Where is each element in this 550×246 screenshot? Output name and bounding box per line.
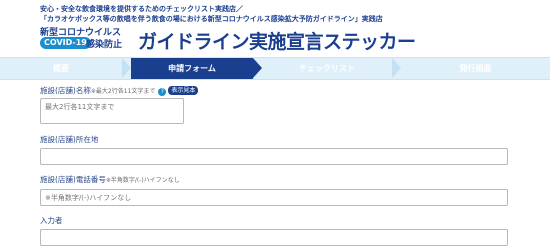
facility-address-input[interactable]: [40, 148, 508, 165]
covid-badge: COVID-19: [40, 37, 91, 49]
header-line-2: 「カラオケボックス等の飲唱を伴う飲食の場における新型コロナウイルス感染拡大予防ガ…: [40, 15, 383, 23]
step-application-form: 申請フォーム: [131, 58, 253, 79]
facility-phone-note: ※半角数字/(-)ハイフンなし: [105, 177, 180, 184]
page-title: ガイドライン実施宣言ステッカー: [138, 31, 416, 53]
step-arrow-3: [392, 58, 401, 78]
step-issue-screen: 発行画面: [459, 64, 492, 73]
step-checklist: チェックリスト: [299, 64, 355, 73]
facility-phone-input[interactable]: [40, 189, 508, 206]
facility-phone-label: 施設(店舗)電話番号: [40, 175, 106, 184]
facility-name-label-row: 施設(店舗)名称※最大2行各11文字まで? 表示見本: [40, 86, 510, 97]
entrant-label: 入力者: [40, 216, 63, 225]
step-arrow-1: [122, 58, 131, 78]
application-form: 施設(店舗)名称※最大2行各11文字まで?表示見本 施設(店舗)所在地 施設(店…: [40, 86, 510, 246]
facility-phone-label-row: 施設(店舗)電話番号※半角数字/(-)ハイフンなし: [40, 175, 510, 186]
facility-name-input[interactable]: [40, 98, 184, 124]
facility-name-note: ※最大2行各11文字まで: [90, 88, 156, 95]
step-overview: 概要: [53, 64, 69, 73]
title-row: 新型コロナウイルス COVID-19 感染防止 ガイドライン実施宣言ステッカー: [40, 25, 510, 55]
step-progress-bar: 概要 申請フォーム チェックリスト 発行画面: [0, 57, 550, 80]
question-icon[interactable]: ?: [158, 88, 167, 96]
example-button[interactable]: 表示見本: [168, 86, 199, 95]
page-header: 安心・安全な飲食環境を提供するためのチェックリスト実践店／ 「カラオケボックス等…: [40, 4, 510, 55]
step-arrow-2: [253, 58, 262, 78]
title-prefix-2: 感染防止: [86, 40, 123, 50]
entrant-input[interactable]: [40, 229, 508, 246]
facility-address-label: 施設(店舗)所在地: [40, 135, 99, 144]
header-line-1: 安心・安全な飲食環境を提供するためのチェックリスト実践店／: [40, 5, 243, 13]
facility-name-label: 施設(店舗)名称: [40, 86, 91, 95]
